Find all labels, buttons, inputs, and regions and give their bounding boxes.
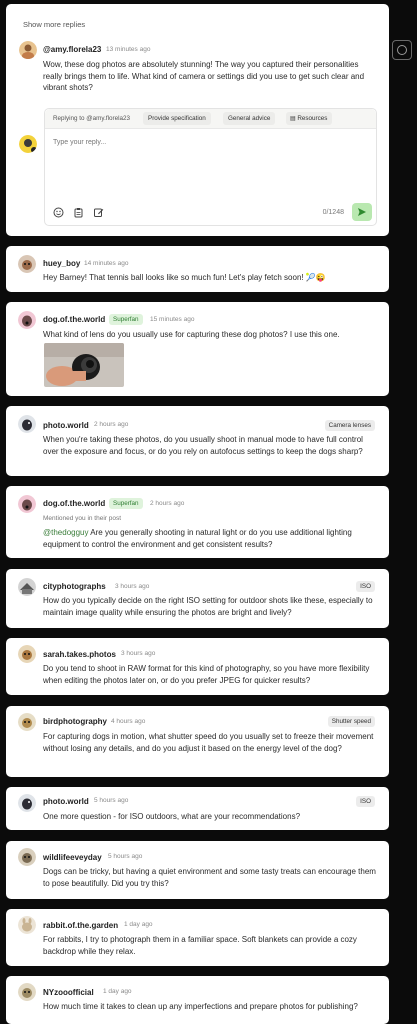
avatar (18, 645, 36, 663)
avatar (18, 255, 36, 273)
comment-username[interactable]: rabbit.of.the.garden (43, 921, 118, 930)
history-icon (397, 45, 407, 55)
comment-username[interactable]: @amy.florela23 (43, 45, 101, 54)
comment-text: For rabbits, I try to photograph them in… (43, 935, 357, 956)
comment-card: dog.of.the.world Superfan 2 hours ago Me… (6, 486, 389, 558)
comment-card: wildlifeeveyday 5 hours ago Dogs can be … (6, 841, 389, 899)
comment-time: 13 minutes ago (106, 46, 151, 53)
comment-username[interactable]: huey_boy (43, 259, 80, 268)
comment-text: Hey Barney! That tennis ball looks like … (43, 273, 326, 282)
send-button[interactable] (352, 203, 372, 221)
comment-text-body: Are you generally shooting in natural li… (43, 528, 352, 549)
general-advice-button[interactable]: General advice (223, 112, 276, 125)
comment-username[interactable]: dog.of.the.world (43, 315, 105, 324)
comment-card: cityphotographs 3 hours ago ISO How do y… (6, 569, 389, 628)
avatar (18, 916, 36, 934)
avatar (18, 983, 36, 1001)
reply-composer: Replying to @amy.florela23 Provide speci… (44, 108, 377, 226)
mention-link[interactable]: @thedogguy (43, 528, 89, 537)
replying-to-label: Replying to @amy.florela23 (53, 115, 130, 122)
character-counter: 0/1248 (322, 209, 344, 216)
comment-time: 2 hours ago (94, 421, 129, 428)
comment-username[interactable]: dog.of.the.world (43, 499, 105, 508)
avatar (19, 41, 37, 59)
comment-time: 14 minutes ago (84, 260, 129, 267)
avatar (18, 578, 36, 596)
comment-time: 5 hours ago (108, 853, 143, 860)
provide-specification-button[interactable]: Provide specification (143, 112, 211, 125)
comment-card: huey_boy 14 minutes ago Hey Barney! That… (6, 246, 389, 292)
comment-username[interactable]: NYzooofficial (43, 988, 94, 997)
comment-text: @thedogguy Are you generally shooting in… (43, 527, 378, 550)
comment-username[interactable]: photo.world (43, 797, 89, 806)
comment-time: 1 day ago (124, 921, 153, 928)
comment-text: What kind of lens do you usually use for… (43, 330, 340, 339)
comment-username[interactable]: cityphotographs (43, 582, 106, 591)
resources-button[interactable]: ▤ Resources (286, 112, 333, 125)
comment-card: birdphotography 4 hours ago Shutter spee… (6, 706, 389, 777)
avatar (18, 848, 36, 866)
comment-text: For capturing dogs in motion, what shutt… (43, 732, 374, 753)
comment-time: 1 day ago (103, 988, 132, 995)
comment-username[interactable]: sarah.takes.photos (43, 650, 116, 659)
avatar (18, 311, 36, 329)
comment-time: 5 hours ago (94, 797, 129, 804)
edit-icon[interactable] (93, 205, 104, 217)
clipboard-icon[interactable] (73, 205, 84, 218)
reply-input[interactable] (53, 139, 363, 146)
comment-time: 4 hours ago (111, 718, 146, 725)
topic-tag[interactable]: Camera lenses (324, 420, 375, 431)
show-more-replies-link[interactable]: Show more replies (23, 20, 85, 29)
comment-time: 15 minutes ago (150, 316, 195, 323)
comment-time: 3 hours ago (115, 583, 150, 590)
comment-username[interactable]: wildlifeeveyday (43, 853, 102, 862)
comment-text: Do you tend to shoot in RAW format for t… (43, 664, 370, 685)
comment-time: 2 hours ago (150, 500, 185, 507)
superfan-badge: Superfan (109, 314, 143, 325)
comment-card: rabbit.of.the.garden 1 day ago For rabbi… (6, 909, 389, 966)
topic-tag[interactable]: Shutter speed (327, 716, 375, 727)
comment-card: sarah.takes.photos 3 hours ago Do you te… (6, 638, 389, 695)
send-icon (358, 208, 366, 216)
avatar (18, 495, 36, 513)
comment-text: One more question - for ISO outdoors, wh… (43, 812, 301, 821)
mentioned-notice: Mentioned you in their post (43, 515, 122, 522)
attached-lens-image[interactable] (44, 343, 124, 387)
my-avatar (19, 135, 37, 153)
history-button[interactable] (392, 40, 412, 60)
resources-label: Resources (297, 115, 328, 122)
comment-text: When you're taking these photos, do you … (43, 435, 363, 456)
reply-toolbar: Replying to @amy.florela23 Provide speci… (45, 109, 376, 129)
topic-tag[interactable]: ISO (356, 796, 375, 807)
comment-card: dog.of.the.world Superfan 15 minutes ago… (6, 302, 389, 396)
comment-text: Dogs can be tricky, but having a quiet e… (43, 867, 376, 888)
avatar (18, 415, 36, 433)
comment-time: 3 hours ago (121, 650, 156, 657)
comment-text: Wow, these dog photos are absolutely stu… (43, 60, 365, 93)
emoji-icon[interactable] (53, 205, 64, 218)
avatar (18, 794, 36, 812)
superfan-badge: Superfan (109, 498, 143, 509)
comment-text: How much time it takes to clean up any i… (43, 1002, 358, 1011)
comment-username[interactable]: birdphotography (43, 717, 107, 726)
comment-text: How do you typically decide on the right… (43, 596, 373, 617)
thread-card: Show more replies @amy.florela23 13 minu… (6, 4, 389, 236)
avatar (18, 713, 36, 731)
comment-card: NYzooofficial 1 day ago How much time it… (6, 976, 389, 1024)
comment-card: photo.world 2 hours ago Camera lenses Wh… (6, 406, 389, 476)
topic-tag[interactable]: ISO (356, 581, 375, 592)
comment-username[interactable]: photo.world (43, 421, 89, 430)
comment-card: photo.world 5 hours ago ISO One more que… (6, 787, 389, 830)
